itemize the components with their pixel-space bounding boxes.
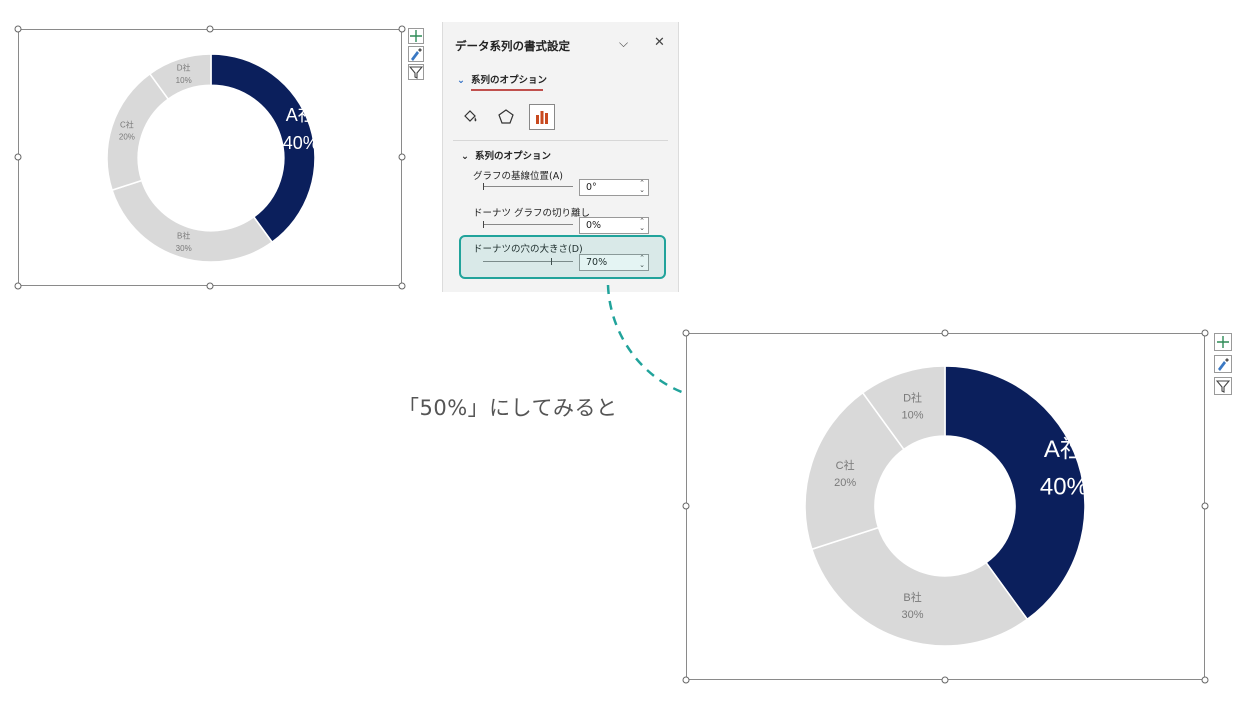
chart-filters-button[interactable] xyxy=(408,64,424,80)
resize-handle[interactable] xyxy=(1201,502,1209,510)
resize-handle[interactable] xyxy=(398,25,406,33)
effects-tab[interactable] xyxy=(493,104,519,130)
doughnut-chart-before: A社 40% B社 30% C社 20% D社 10% xyxy=(106,53,319,263)
brush-icon xyxy=(411,48,422,61)
slice-value-label-2: 30% xyxy=(902,609,924,621)
divider xyxy=(453,140,668,141)
slice-category-label-1: A社 xyxy=(1044,436,1084,463)
doughnut-chart-after: A社 40% B社 30% C社 20% D社 10% xyxy=(804,365,1088,647)
first-slice-angle-label: グラフの基線位置(A) xyxy=(473,171,563,182)
category-icon-row xyxy=(457,104,555,130)
doughnut-explosion-label: ドーナツ グラフの切り離し xyxy=(473,208,591,219)
first-slice-angle-input[interactable]: 0° ⌃ ⌄ xyxy=(579,179,649,196)
resize-handle[interactable] xyxy=(941,329,949,337)
series-options-tab[interactable] xyxy=(529,104,555,130)
doughnut-slice-2[interactable] xyxy=(111,179,274,263)
chart-side-tools xyxy=(1214,333,1232,395)
resize-handle[interactable] xyxy=(206,25,214,33)
pane-title: データ系列の書式設定 xyxy=(455,39,570,53)
slice-category-label-3: C社 xyxy=(120,119,134,129)
spin-arrows-icon[interactable]: ⌃ ⌄ xyxy=(639,218,645,232)
chevron-down-icon: ⌄ xyxy=(457,75,465,86)
filter-icon xyxy=(1216,380,1230,393)
tab-series-options[interactable]: ⌄ 系列のオプション xyxy=(457,72,547,86)
slice-value-label-3: 20% xyxy=(834,477,856,489)
resize-handle[interactable] xyxy=(206,282,214,290)
slice-value-label-1: 40% xyxy=(1040,473,1088,500)
series-options-header-label: 系列のオプション xyxy=(474,151,551,162)
close-icon[interactable]: ✕ xyxy=(654,35,665,50)
resize-handle[interactable] xyxy=(682,502,690,510)
chart-frame-before[interactable]: A社 40% B社 30% C社 20% D社 10% xyxy=(18,29,402,286)
chart-styles-button[interactable] xyxy=(1214,355,1232,373)
resize-handle[interactable] xyxy=(682,676,690,684)
slice-category-label-3: C社 xyxy=(836,458,855,472)
filter-icon xyxy=(409,66,423,79)
plus-icon xyxy=(410,30,422,42)
chart-elements-button[interactable] xyxy=(1214,333,1232,351)
resize-handle[interactable] xyxy=(14,282,22,290)
resize-handle[interactable] xyxy=(14,153,22,161)
bar-chart-icon xyxy=(536,111,548,124)
resize-handle[interactable] xyxy=(398,153,406,161)
resize-handle[interactable] xyxy=(1201,676,1209,684)
pentagon-icon xyxy=(498,109,514,124)
slice-value-label-3: 20% xyxy=(119,133,135,142)
fill-line-tab[interactable] xyxy=(457,104,483,130)
chevron-down-icon: ⌄ xyxy=(461,151,469,162)
chart-elements-button[interactable] xyxy=(408,28,424,44)
chart-filters-button[interactable] xyxy=(1214,377,1232,395)
slice-value-label-4: 10% xyxy=(902,410,924,422)
chart-styles-button[interactable] xyxy=(408,46,424,62)
caption-text: 「50%」にしてみると xyxy=(398,396,618,420)
resize-handle[interactable] xyxy=(398,282,406,290)
slider-thumb[interactable] xyxy=(483,183,484,190)
slice-value-label-2: 30% xyxy=(176,244,192,253)
spin-arrows-icon[interactable]: ⌃ ⌄ xyxy=(639,180,645,194)
doughnut-explosion-value: 0% xyxy=(586,220,602,231)
slider-thumb[interactable] xyxy=(483,221,484,228)
brush-icon xyxy=(1218,358,1229,371)
slice-category-label-1: A社 xyxy=(286,105,316,125)
resize-handle[interactable] xyxy=(941,676,949,684)
tab-underline xyxy=(471,89,543,91)
chart-frame-after[interactable]: A社 40% B社 30% C社 20% D社 10% xyxy=(686,333,1205,680)
doughnut-explosion-input[interactable]: 0% ⌃ ⌄ xyxy=(579,217,649,234)
slice-category-label-4: D社 xyxy=(177,63,191,73)
slice-category-label-2: B社 xyxy=(177,231,190,241)
doughnut-slice-2[interactable] xyxy=(810,526,1029,647)
slice-category-label-4: D社 xyxy=(903,390,922,404)
chevron-down-icon[interactable]: ⌵ xyxy=(619,36,628,51)
plus-icon xyxy=(1217,336,1229,348)
paint-bucket-icon xyxy=(464,110,477,122)
resize-handle[interactable] xyxy=(1201,329,1209,337)
tab-series-options-label: 系列のオプション xyxy=(470,75,547,86)
slice-category-label-2: B社 xyxy=(903,590,921,604)
doughnut-slice-3[interactable] xyxy=(106,72,170,192)
first-slice-angle-value: 0° xyxy=(586,182,597,193)
slice-value-label-4: 10% xyxy=(176,76,192,85)
series-options-header[interactable]: ⌄ 系列のオプション xyxy=(461,148,551,162)
chart-side-tools xyxy=(408,28,424,80)
resize-handle[interactable] xyxy=(682,329,690,337)
first-slice-angle-slider[interactable] xyxy=(483,186,573,187)
hole-size-highlight xyxy=(459,235,666,279)
slice-value-label-1: 40% xyxy=(283,133,319,153)
doughnut-explosion-slider[interactable] xyxy=(483,224,573,225)
resize-handle[interactable] xyxy=(14,25,22,33)
